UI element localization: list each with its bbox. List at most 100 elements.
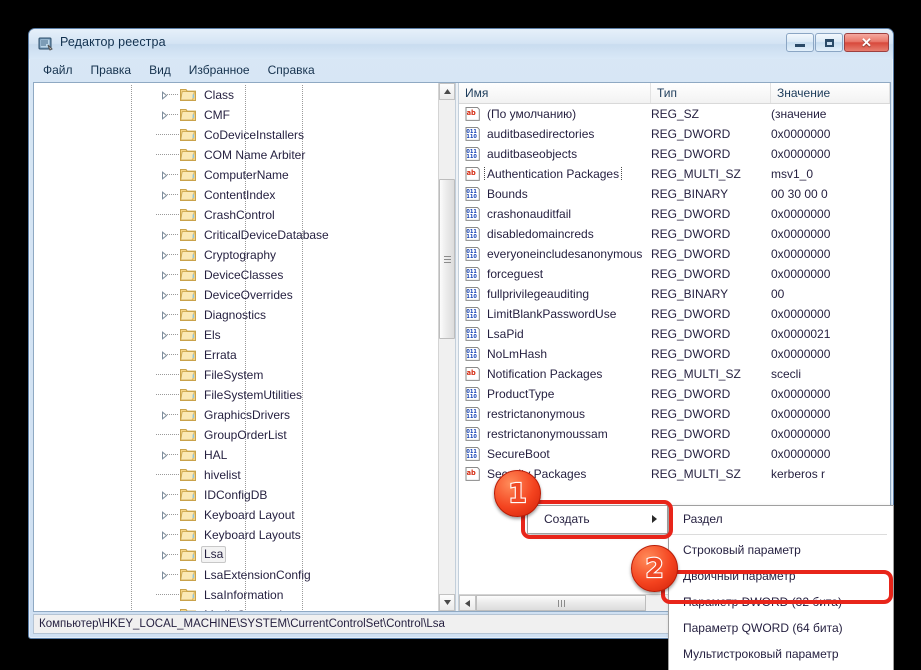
tree-item-computername[interactable]: ComputerName: [34, 165, 438, 185]
tree-item-diagnostics[interactable]: Diagnostics: [34, 305, 438, 325]
expand-arrow-icon[interactable]: [160, 551, 169, 560]
value-row[interactable]: 011110LsaPidREG_DWORD0x0000021: [459, 324, 890, 344]
tree-item-lsainformation[interactable]: LsaInformation: [34, 585, 438, 605]
tree-item-hal[interactable]: HAL: [34, 445, 438, 465]
value-row[interactable]: 011110fullprivilegeauditingREG_BINARY00: [459, 284, 890, 304]
column-header-name[interactable]: Имя: [459, 83, 651, 103]
tree-item-com-name-arbiter[interactable]: COM Name Arbiter: [34, 145, 438, 165]
value-row[interactable]: 011110SecureBootREG_DWORD0x0000000: [459, 444, 890, 464]
context-submenu-item[interactable]: Мультистроковый параметр: [669, 641, 893, 667]
context-submenu[interactable]: Раздел Строковый параметрДвоичный парамет…: [668, 505, 894, 670]
expand-arrow-icon[interactable]: [160, 191, 169, 200]
value-row[interactable]: 011110auditbasedirectoriesREG_DWORD0x000…: [459, 124, 890, 144]
tree-item-hivelist[interactable]: hivelist: [34, 465, 438, 485]
context-menu[interactable]: Создать: [527, 505, 668, 534]
minimize-button[interactable]: [786, 33, 814, 52]
value-row[interactable]: 011110LimitBlankPasswordUseREG_DWORD0x00…: [459, 304, 890, 324]
value-row[interactable]: 011110everyoneincludesanonymousREG_DWORD…: [459, 244, 890, 264]
context-submenu-item[interactable]: Строковый параметр: [669, 537, 893, 563]
values-scroll-left-button[interactable]: [459, 595, 476, 611]
tree-vertical-scrollbar[interactable]: [438, 83, 455, 611]
tree-item-class[interactable]: Class: [34, 85, 438, 105]
expand-arrow-icon[interactable]: [160, 291, 169, 300]
context-submenu-item[interactable]: Параметр QWORD (64 бита): [669, 615, 893, 641]
tree-item-keyboard-layouts[interactable]: Keyboard Layouts: [34, 525, 438, 545]
expand-arrow-icon[interactable]: [160, 531, 169, 540]
context-submenu-item[interactable]: Двоичный параметр: [669, 563, 893, 589]
value-row[interactable]: 011110BoundsREG_BINARY00 30 00 0: [459, 184, 890, 204]
menu-item-справка[interactable]: Справка: [260, 61, 323, 79]
folder-icon: [180, 187, 196, 202]
expand-arrow-icon[interactable]: [160, 491, 169, 500]
tree-item-deviceoverrides[interactable]: DeviceOverrides: [34, 285, 438, 305]
value-row[interactable]: 011110NoLmHashREG_DWORD0x0000000: [459, 344, 890, 364]
tree-item-filesystem[interactable]: FileSystem: [34, 365, 438, 385]
tree-item-label: GraphicsDrivers: [201, 407, 293, 423]
tree-item-criticaldevicedatabase[interactable]: CriticalDeviceDatabase: [34, 225, 438, 245]
close-button[interactable]: ✕: [844, 33, 889, 52]
expand-arrow-icon[interactable]: [160, 111, 169, 120]
expand-arrow-icon[interactable]: [160, 251, 169, 260]
value-row[interactable]: abNotification PackagesREG_MULTI_SZscecl…: [459, 364, 890, 384]
expand-arrow-icon[interactable]: [160, 171, 169, 180]
value-row[interactable]: ab(По умолчанию)REG_SZ(значение: [459, 104, 890, 124]
menu-item-файл[interactable]: Файл: [35, 61, 81, 79]
tree-item-label: LsaExtensionConfig: [201, 567, 314, 583]
menu-item-правка[interactable]: Правка: [83, 61, 140, 79]
column-header-type[interactable]: Тип: [651, 83, 771, 103]
value-row[interactable]: 011110restrictanonymousREG_DWORD0x000000…: [459, 404, 890, 424]
expand-arrow-icon[interactable]: [160, 91, 169, 100]
expand-arrow-icon[interactable]: [160, 311, 169, 320]
expand-arrow-icon[interactable]: [160, 331, 169, 340]
value-row[interactable]: 011110disabledomaincredsREG_DWORD0x00000…: [459, 224, 890, 244]
context-submenu-item[interactable]: Параметр DWORD (32 бита): [669, 589, 893, 615]
tree-item-lsaextensionconfig[interactable]: LsaExtensionConfig: [34, 565, 438, 585]
tree-item-graphicsdrivers[interactable]: GraphicsDrivers: [34, 405, 438, 425]
maximize-button[interactable]: [815, 33, 843, 52]
value-row[interactable]: 011110restrictanonymoussamREG_DWORD0x000…: [459, 424, 890, 444]
value-row[interactable]: 011110crashonauditfailREG_DWORD0x0000000: [459, 204, 890, 224]
values-scrollbar-thumb[interactable]: [476, 595, 646, 611]
expand-arrow-icon[interactable]: [160, 511, 169, 520]
dword-value-icon: 011110: [465, 387, 480, 401]
tree-item-lsa[interactable]: Lsa: [34, 545, 438, 565]
tree-item-deviceclasses[interactable]: DeviceClasses: [34, 265, 438, 285]
value-name-cell: abSecurity Packages: [459, 467, 651, 481]
tree-item-keyboard-layout[interactable]: Keyboard Layout: [34, 505, 438, 525]
value-row[interactable]: 011110forceguestREG_DWORD0x0000000: [459, 264, 890, 284]
tree-connector: [165, 114, 179, 115]
tree-scrollbar-thumb[interactable]: [439, 179, 455, 339]
menu-item-вид[interactable]: Вид: [141, 61, 179, 79]
screenshot-root: Редактор реестра ✕ ФайлПравкаВидИзбранно…: [0, 0, 921, 670]
tree-item-crashcontrol[interactable]: CrashControl: [34, 205, 438, 225]
menu-item-избранное[interactable]: Избранное: [181, 61, 258, 79]
tree-item-codeviceinstallers[interactable]: CoDeviceInstallers: [34, 125, 438, 145]
tree-item-idconfigdb[interactable]: IDConfigDB: [34, 485, 438, 505]
context-menu-item-create[interactable]: Создать: [528, 506, 667, 531]
column-header-value[interactable]: Значение: [771, 83, 890, 103]
tree-item-filesystemutilities[interactable]: FileSystemUtilities: [34, 385, 438, 405]
expand-arrow-icon[interactable]: [160, 231, 169, 240]
value-row[interactable]: 011110ProductTypeREG_DWORD0x0000000: [459, 384, 890, 404]
expand-arrow-icon[interactable]: [160, 271, 169, 280]
tree-item-contentindex[interactable]: ContentIndex: [34, 185, 438, 205]
tree-scroll-down-button[interactable]: [439, 594, 455, 611]
registry-tree-pane[interactable]: ClassCMFCoDeviceInstallersCOM Name Arbit…: [34, 83, 455, 611]
expand-arrow-icon[interactable]: [160, 351, 169, 360]
tree-item-cryptography[interactable]: Cryptography: [34, 245, 438, 265]
tree-item-els[interactable]: Els: [34, 325, 438, 345]
expand-arrow-icon[interactable]: [160, 451, 169, 460]
tree-item-mediacategories[interactable]: MediaCategories: [34, 605, 438, 611]
value-row[interactable]: 011110auditbaseobjectsREG_DWORD0x0000000: [459, 144, 890, 164]
tree-item-cmf[interactable]: CMF: [34, 105, 438, 125]
expand-arrow-icon[interactable]: [160, 411, 169, 420]
context-submenu-item[interactable]: Раздел: [669, 506, 893, 532]
tree-item-grouporderlist[interactable]: GroupOrderList: [34, 425, 438, 445]
value-type-cell: REG_DWORD: [651, 327, 771, 341]
value-row[interactable]: abAuthentication PackagesREG_MULTI_SZmsv…: [459, 164, 890, 184]
expand-arrow-icon[interactable]: [160, 571, 169, 580]
tree-scroll-up-button[interactable]: [439, 83, 455, 100]
tree-item-errata[interactable]: Errata: [34, 345, 438, 365]
dword-value-icon: 011110: [465, 447, 480, 461]
registry-editor-icon: [38, 36, 54, 52]
